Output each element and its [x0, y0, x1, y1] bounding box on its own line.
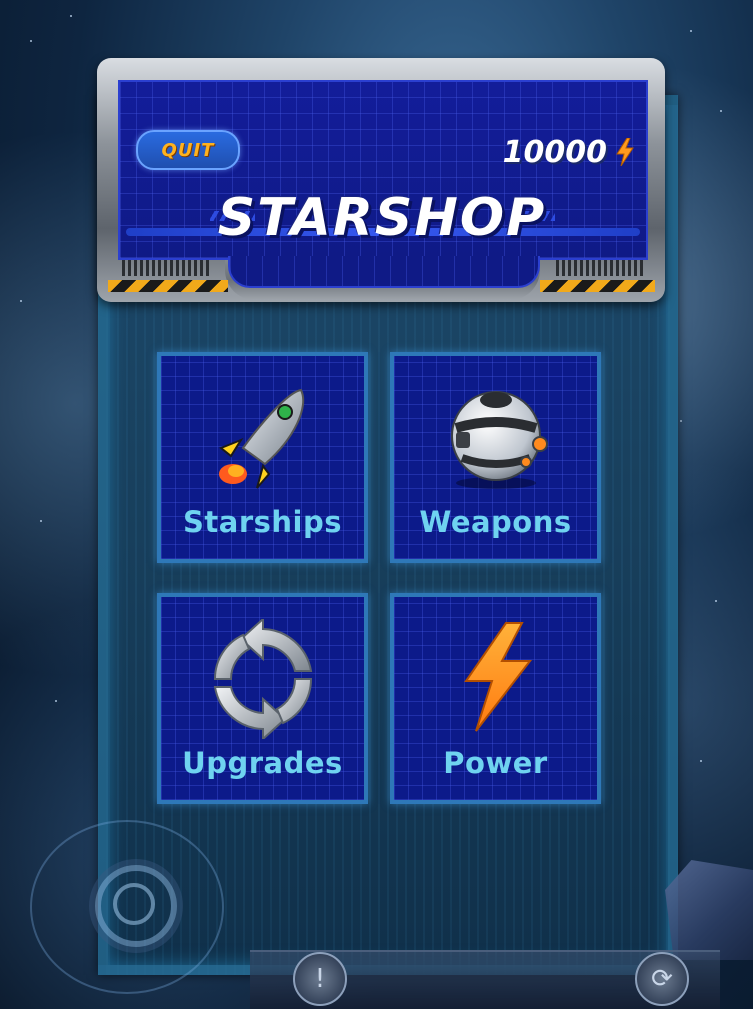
- refresh-arrows-icon: [213, 619, 312, 739]
- vent-grille-left: [122, 260, 212, 276]
- lightning-bolt-icon: [463, 622, 532, 732]
- refresh-icon: ⟳: [651, 964, 673, 994]
- starships-label: Starships: [183, 505, 342, 539]
- vent-grille-right: [556, 260, 646, 276]
- power-label: Power: [443, 746, 548, 780]
- weapons-label: Weapons: [419, 505, 572, 539]
- hazard-stripe-right: [540, 280, 655, 292]
- currency-display: 10000: [470, 132, 635, 172]
- rocket-icon: [218, 388, 304, 489]
- hazard-stripe-left: [108, 280, 228, 292]
- quit-button[interactable]: QUIT: [136, 130, 240, 170]
- weapons-tile[interactable]: Weapons: [390, 352, 601, 563]
- upgrades-tile[interactable]: Upgrades: [157, 593, 368, 804]
- currency-amount: 10000: [502, 134, 607, 170]
- header-screen-lower: [228, 256, 540, 288]
- upgrades-label: Upgrades: [182, 746, 343, 780]
- weapon-pod-icon: [450, 391, 548, 489]
- alert-button[interactable]: !: [293, 952, 347, 1006]
- starships-tile[interactable]: Starships: [157, 352, 368, 563]
- radar-center: [113, 883, 155, 925]
- ship-hull-decoration: [665, 860, 753, 960]
- power-tile[interactable]: Power: [390, 593, 601, 804]
- page-title: STARSHOP: [217, 188, 547, 248]
- refresh-button[interactable]: ⟳: [635, 952, 689, 1006]
- quit-button-label: QUIT: [161, 139, 215, 161]
- lightning-bolt-icon: [616, 138, 634, 166]
- exclamation-icon: !: [314, 964, 326, 994]
